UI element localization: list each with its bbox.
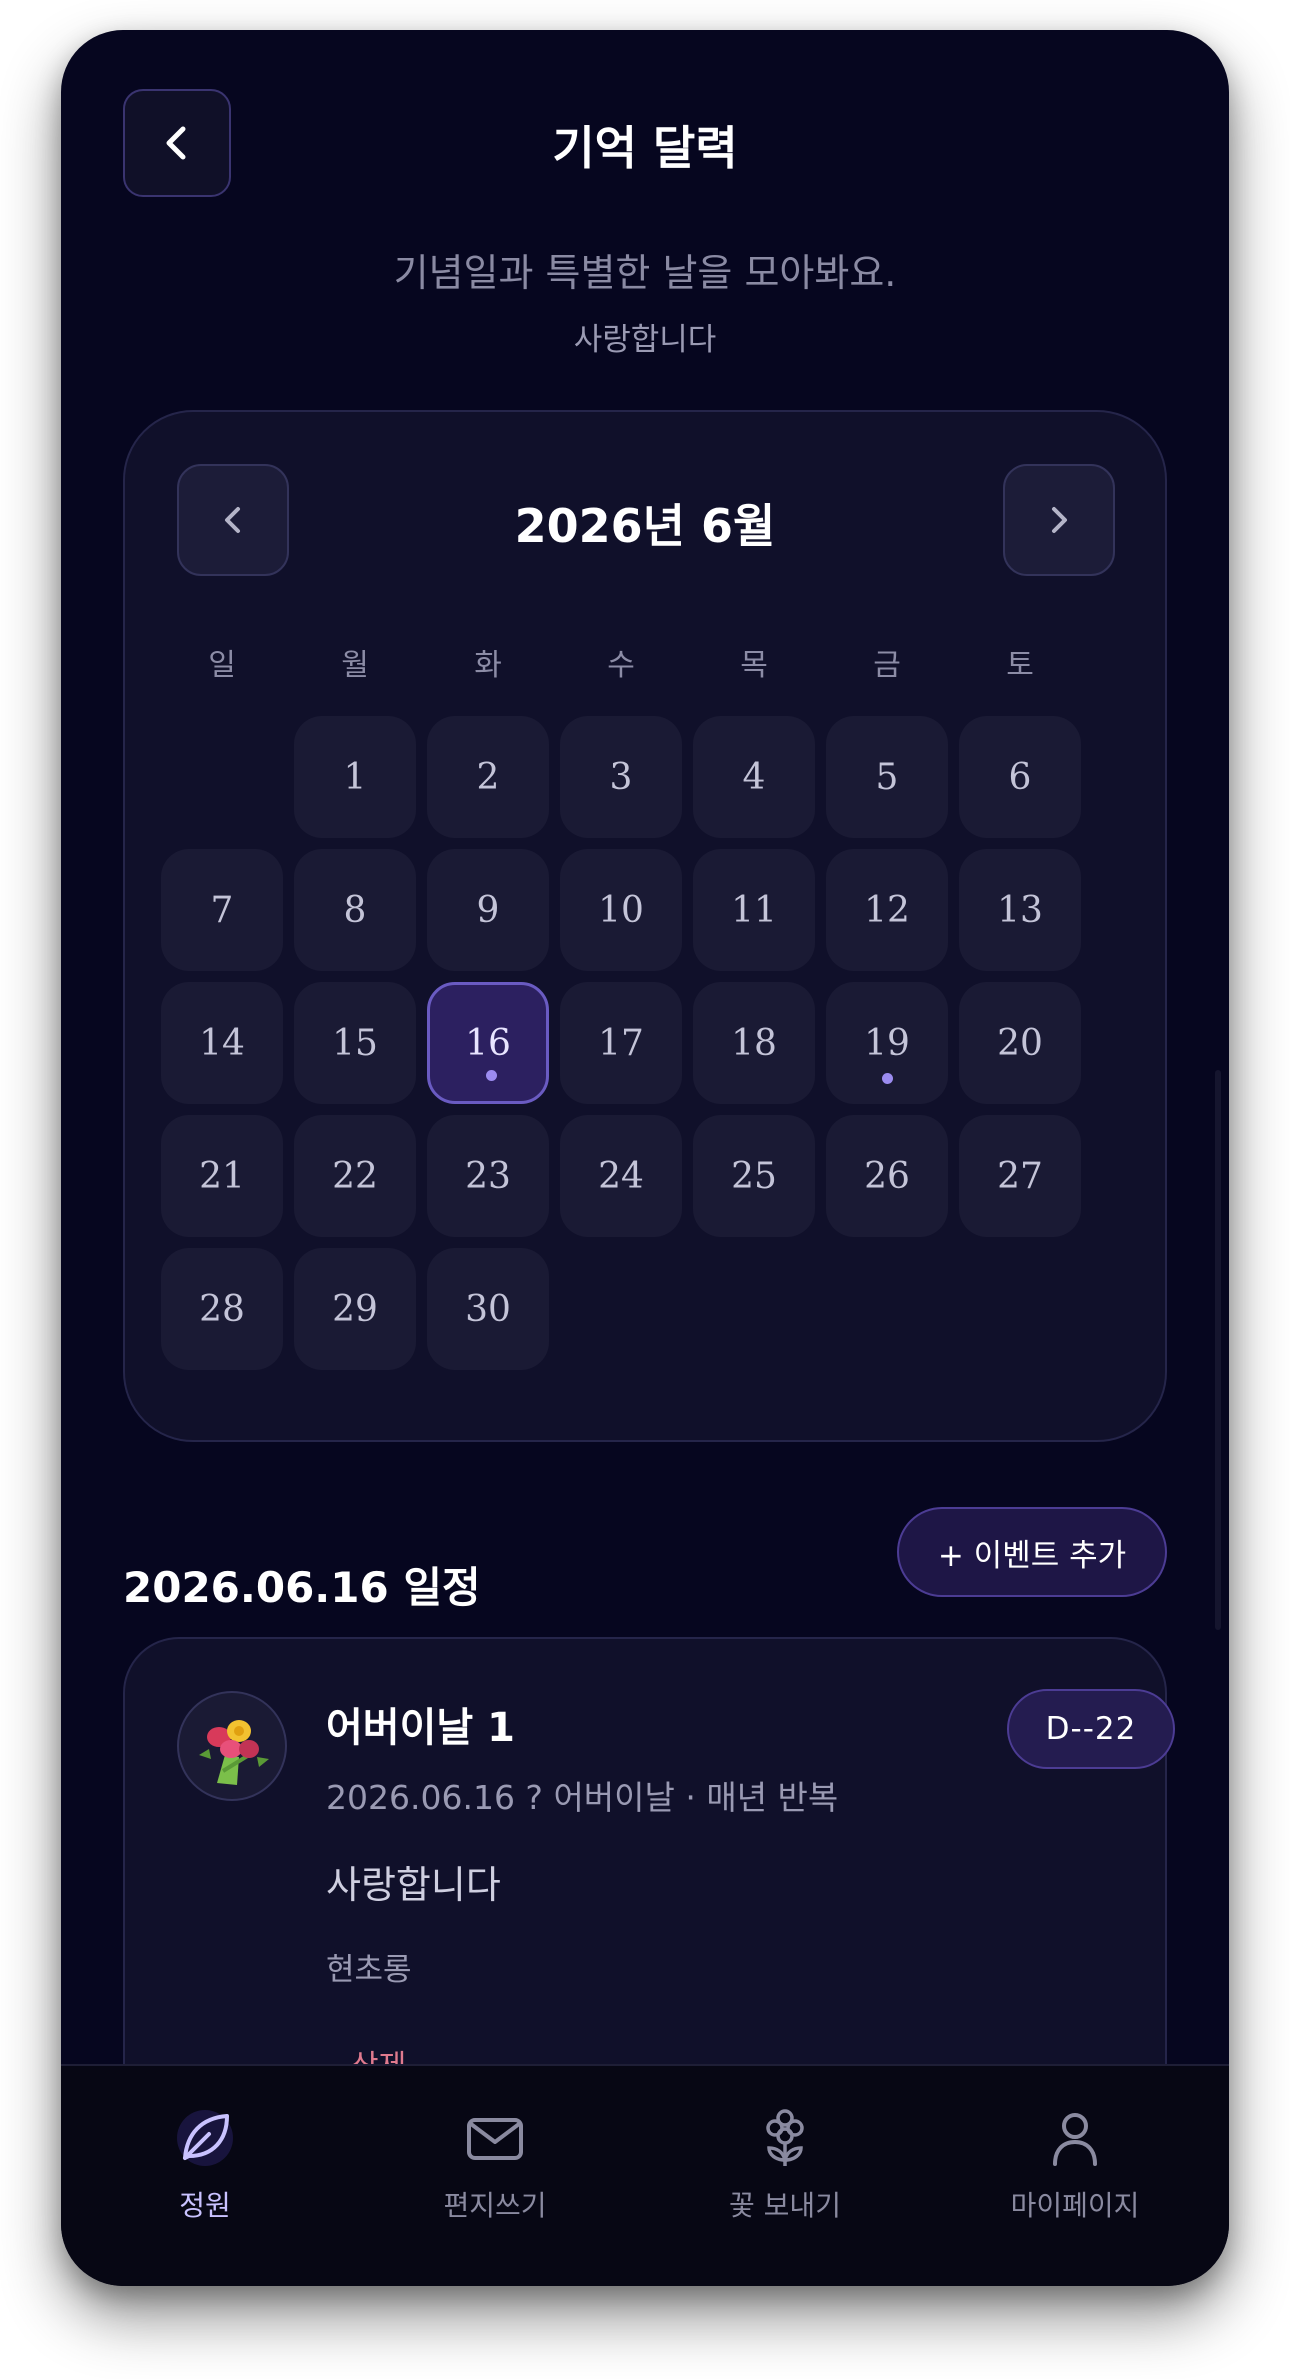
calendar-day-number: 14 bbox=[199, 1022, 245, 1064]
calendar-day[interactable]: 16 bbox=[427, 982, 549, 1104]
weekday-label: 일 bbox=[208, 648, 236, 683]
calendar-day-number: 25 bbox=[731, 1155, 777, 1197]
event-avatar bbox=[177, 1691, 287, 1801]
calendar-day[interactable]: 25 bbox=[693, 1115, 815, 1237]
calendar-day[interactable]: 17 bbox=[560, 982, 682, 1104]
calendar-day-number: 10 bbox=[598, 889, 644, 931]
calendar-day-number: 21 bbox=[199, 1155, 245, 1197]
event-dot bbox=[882, 1073, 893, 1084]
calendar-day-number: 20 bbox=[997, 1022, 1043, 1064]
calendar-day-number: 4 bbox=[742, 756, 766, 798]
calendar-day-number: 6 bbox=[1008, 756, 1032, 798]
calendar-day[interactable]: 10 bbox=[560, 849, 682, 971]
calendar-day[interactable]: 30 bbox=[427, 1248, 549, 1370]
calendar-day-number: 13 bbox=[997, 889, 1043, 931]
calendar-day[interactable]: 7 bbox=[161, 849, 283, 971]
calendar-day[interactable]: 15 bbox=[294, 982, 416, 1104]
calendar-day-number: 9 bbox=[476, 889, 500, 931]
tab-label: 꽃 보내기 bbox=[729, 2189, 841, 2222]
calendar-day-number: 30 bbox=[465, 1288, 511, 1330]
calendar-day-number: 27 bbox=[997, 1155, 1043, 1197]
calendar-day[interactable]: 5 bbox=[826, 716, 948, 838]
calendar-day[interactable]: 12 bbox=[826, 849, 948, 971]
mail-icon bbox=[467, 2118, 523, 2160]
tab-send-flowers[interactable]: 꽃 보내기 bbox=[665, 2106, 905, 2224]
page-subtitle: 기념일과 특별한 날을 모아봐요. bbox=[393, 251, 897, 295]
calendar-day[interactable]: 1 bbox=[294, 716, 416, 838]
event-title: 어버이날 1 bbox=[326, 1705, 515, 1751]
next-month-button[interactable] bbox=[1003, 464, 1115, 576]
calendar-day[interactable]: 28 bbox=[161, 1248, 283, 1370]
bottom-tab-bar: 정원 편지쓰기 꽃 보내기 마이페이지 bbox=[61, 2064, 1229, 2286]
calendar-day-number: 29 bbox=[332, 1288, 378, 1330]
calendar-day[interactable]: 6 bbox=[959, 716, 1081, 838]
calendar-day[interactable]: 13 bbox=[959, 849, 1081, 971]
calendar-day[interactable]: 29 bbox=[294, 1248, 416, 1370]
calendar-day[interactable]: 26 bbox=[826, 1115, 948, 1237]
page-title: 기억 달력 bbox=[552, 121, 738, 175]
weekday-label: 화 bbox=[474, 648, 502, 683]
weekday-label: 월 bbox=[341, 648, 369, 683]
calendar-day[interactable]: 14 bbox=[161, 982, 283, 1104]
calendar-day-number: 16 bbox=[465, 1022, 511, 1064]
dday-badge: D--22 bbox=[1007, 1689, 1175, 1769]
tab-my-page[interactable]: 마이페이지 bbox=[955, 2106, 1195, 2224]
chevron-right-icon bbox=[1052, 507, 1067, 533]
calendar-day-number: 11 bbox=[731, 889, 777, 931]
user-icon bbox=[1053, 2113, 1097, 2166]
calendar-day-number: 7 bbox=[210, 889, 234, 931]
tab-garden[interactable]: 정원 bbox=[85, 2106, 325, 2224]
calendar-day-number: 5 bbox=[875, 756, 899, 798]
calendar-day[interactable]: 27 bbox=[959, 1115, 1081, 1237]
calendar-day[interactable]: 21 bbox=[161, 1115, 283, 1237]
calendar-day-number: 17 bbox=[598, 1022, 644, 1064]
calendar-day-number: 2 bbox=[476, 756, 500, 798]
calendar-day[interactable]: 3 bbox=[560, 716, 682, 838]
tab-label: 마이페이지 bbox=[1010, 2189, 1140, 2222]
calendar-day[interactable]: 2 bbox=[427, 716, 549, 838]
weekday-label: 수 bbox=[607, 648, 635, 683]
calendar-day[interactable]: 24 bbox=[560, 1115, 682, 1237]
tab-label: 정원 bbox=[179, 2189, 231, 2222]
leaf-icon bbox=[177, 2110, 233, 2166]
app-screen: 기억 달력 기념일과 특별한 날을 모아봐요. 사랑합니다 2026년 6월 일… bbox=[61, 30, 1229, 2286]
page-subnote: 사랑합니다 bbox=[573, 322, 717, 358]
calendar-day-number: 1 bbox=[343, 756, 367, 798]
calendar-day-number: 26 bbox=[864, 1155, 910, 1197]
calendar-day[interactable]: 9 bbox=[427, 849, 549, 971]
calendar-day-number: 3 bbox=[609, 756, 633, 798]
calendar-day[interactable]: 18 bbox=[693, 982, 815, 1104]
event-dot bbox=[486, 1070, 497, 1081]
event-meta: 2026.06.16 ? 어버이날 · 매년 반복 bbox=[326, 1778, 839, 1817]
tab-label: 편지쓰기 bbox=[443, 2189, 547, 2222]
weekday-label: 토 bbox=[1006, 648, 1034, 683]
weekday-label: 목 bbox=[740, 648, 768, 683]
calendar-day[interactable]: 8 bbox=[294, 849, 416, 971]
calendar-day[interactable]: 19 bbox=[826, 982, 948, 1104]
bouquet-icon bbox=[199, 1720, 269, 1785]
calendar-day[interactable]: 11 bbox=[693, 849, 815, 971]
calendar-day[interactable]: 4 bbox=[693, 716, 815, 838]
flower-icon bbox=[766, 2109, 804, 2166]
calendar-card: 2026년 6월 일월화수목금토 1 2 3 4 5 6 7 8 9 10 11 12 13 14 15 16… bbox=[123, 410, 1167, 1442]
event-author: 현초롱 bbox=[326, 1952, 412, 1988]
scrollbar-thumb[interactable] bbox=[1215, 1070, 1221, 1630]
event-memo: 사랑합니다 bbox=[326, 1863, 501, 1907]
calendar-day-number: 19 bbox=[864, 1022, 910, 1064]
calendar-day-number: 24 bbox=[598, 1155, 644, 1197]
calendar-day[interactable]: 22 bbox=[294, 1115, 416, 1237]
weekday-label: 금 bbox=[873, 648, 901, 683]
schedule-title: 2026.06.16 일정 bbox=[123, 1563, 481, 1612]
calendar-day[interactable]: 23 bbox=[427, 1115, 549, 1237]
add-event-button[interactable]: + 이벤트 추가 bbox=[897, 1507, 1167, 1597]
calendar-day-number: 28 bbox=[199, 1288, 245, 1330]
calendar-day-number: 18 bbox=[731, 1022, 777, 1064]
calendar-day-number: 15 bbox=[332, 1022, 378, 1064]
calendar-day[interactable]: 20 bbox=[959, 982, 1081, 1104]
tab-write-letter[interactable]: 편지쓰기 bbox=[375, 2106, 615, 2224]
calendar-day-number: 23 bbox=[465, 1155, 511, 1197]
calendar-day-number: 12 bbox=[864, 889, 910, 931]
calendar-day-number: 22 bbox=[332, 1155, 378, 1197]
calendar-day-number: 8 bbox=[343, 889, 367, 931]
